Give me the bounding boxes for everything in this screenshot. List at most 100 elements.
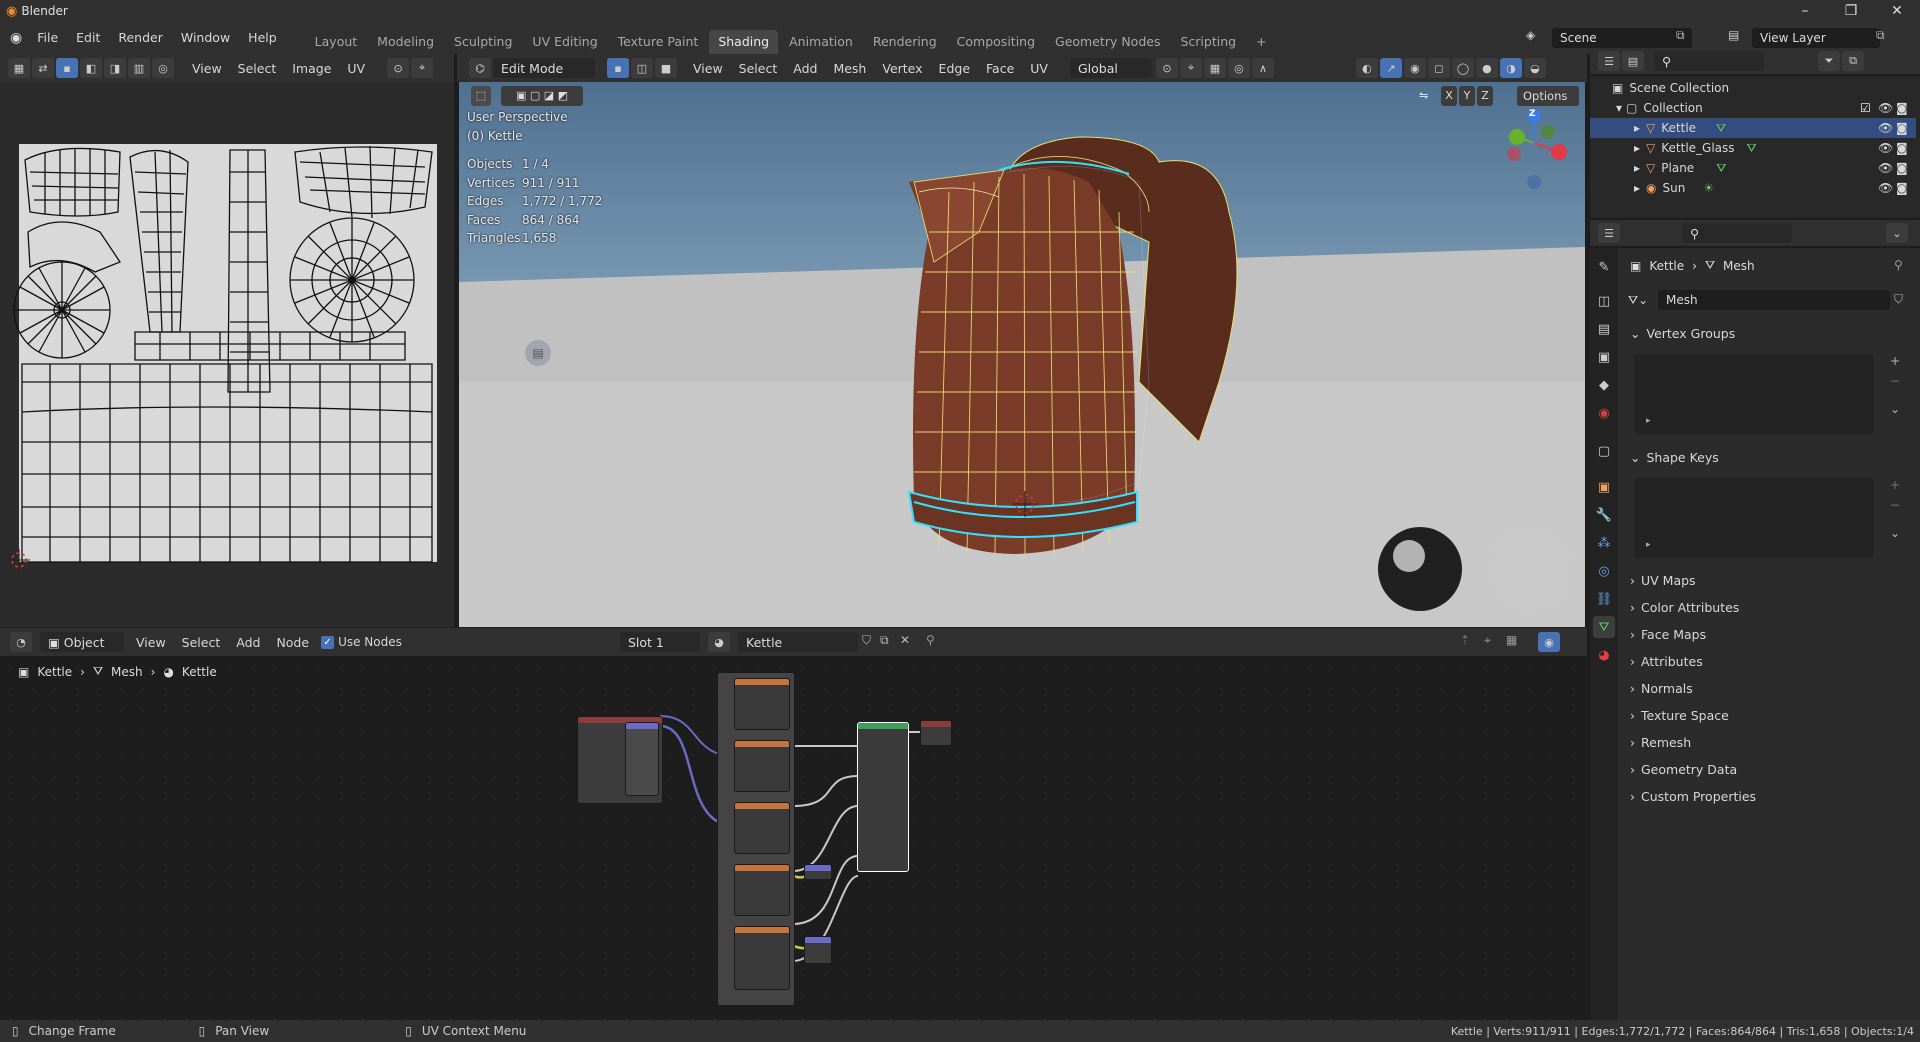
section-normals[interactable]: › Normals xyxy=(1630,677,1900,699)
snap-icon[interactable]: ⌖ xyxy=(411,58,434,78)
uv-menu-uv[interactable]: UV xyxy=(339,61,373,76)
use-nodes-checkbox[interactable]: ✓ Use Nodes xyxy=(321,635,402,649)
add-workspace-icon[interactable]: + xyxy=(1247,30,1275,54)
uv-menu-image[interactable]: Image xyxy=(284,61,339,76)
pin-icon[interactable]: ⚲ xyxy=(926,633,935,647)
principled-bsdf-node[interactable] xyxy=(857,722,909,872)
mirror-icon[interactable]: ⇋ xyxy=(1419,86,1439,106)
visibility-eye-icon[interactable]: 👁 xyxy=(1878,141,1893,155)
material-name-field[interactable]: Kettle xyxy=(738,632,858,652)
snap-toggle-icon[interactable]: ⌖ xyxy=(1179,58,1202,78)
render-camera-icon[interactable]: ◙ xyxy=(1896,101,1908,115)
tab-modeling[interactable]: Modeling xyxy=(368,30,443,54)
object-tab-icon[interactable]: ▣ xyxy=(1593,476,1615,498)
toolbar-toggle-icon[interactable]: ▤ xyxy=(525,340,551,366)
parent-node-tree-icon[interactable]: ⇡ xyxy=(1460,633,1470,647)
maximize-button[interactable]: ❐ xyxy=(1828,0,1874,22)
wireframe-shading-icon[interactable]: ◯ xyxy=(1451,58,1474,78)
snap-target-icon[interactable]: ▦ xyxy=(1203,58,1226,78)
node-menu-view[interactable]: View xyxy=(128,635,174,650)
uv-editor-canvas[interactable] xyxy=(0,82,454,627)
xray-icon[interactable]: ◻ xyxy=(1427,58,1450,78)
mesh-name-field[interactable]: Mesh xyxy=(1658,290,1890,310)
selection-mode-group[interactable]: ▣ ▢ ◪ ◩ xyxy=(501,86,583,106)
tool-tab-icon[interactable]: ✎ xyxy=(1593,256,1615,278)
mesh-datablock-selector[interactable]: ⛛⌄ Mesh xyxy=(1628,290,1890,310)
section-color-attributes[interactable]: › Color Attributes xyxy=(1630,596,1900,618)
material-output-node[interactable] xyxy=(920,720,952,746)
visibility-eye-icon[interactable]: 👁 xyxy=(1878,101,1893,115)
section-face-maps[interactable]: › Face Maps xyxy=(1630,623,1900,645)
visibility-eye-icon[interactable]: 👁 xyxy=(1878,181,1893,195)
falloff-icon[interactable]: ∧ xyxy=(1251,58,1274,78)
image-texture-node-5[interactable] xyxy=(734,926,790,990)
edge-mode-icon[interactable]: ◫ xyxy=(631,58,653,78)
tab-sculpting[interactable]: Sculpting xyxy=(445,30,521,54)
menu-window[interactable]: Window xyxy=(172,22,239,54)
outliner-row-plane[interactable]: ▸ ▽ Plane ⛛ 👁 ◙ xyxy=(1590,158,1916,178)
shape-keys-list[interactable]: ▸ xyxy=(1634,478,1874,558)
section-texture-space[interactable]: › Texture Space xyxy=(1630,704,1900,726)
render-camera-icon[interactable]: ◙ xyxy=(1896,181,1908,195)
edge-select-icon[interactable]: ◧ xyxy=(80,58,102,78)
display-mode-icon[interactable]: ▤ xyxy=(1622,51,1644,71)
viewport-menu-edge[interactable]: Edge xyxy=(931,61,978,76)
properties-options-icon[interactable]: ⌄ xyxy=(1886,223,1908,243)
uv-menu-view[interactable]: View xyxy=(184,61,230,76)
image-texture-node-1[interactable] xyxy=(734,678,790,730)
menu-render[interactable]: Render xyxy=(109,22,172,54)
filter-icon[interactable]: ⏷ xyxy=(1818,51,1840,71)
vertex-mode-icon[interactable]: ▪ xyxy=(607,58,629,78)
view-layer-tab-icon[interactable]: ▣ xyxy=(1593,346,1615,368)
solid-shading-icon[interactable]: ● xyxy=(1475,58,1498,78)
select-box-tool-icon[interactable]: ⬚ xyxy=(471,86,491,106)
gizmo-icon[interactable]: ↗ xyxy=(1379,58,1402,78)
section-uv-maps[interactable]: › UV Maps xyxy=(1630,569,1900,591)
viewport-menu-add[interactable]: Add xyxy=(785,61,825,76)
node-snap-target-icon[interactable]: ▦ xyxy=(1506,633,1517,647)
add-vertex-group-icon[interactable]: + xyxy=(1890,354,1900,368)
unlink-material-icon[interactable]: ✕ xyxy=(900,633,910,647)
normal-map-node[interactable] xyxy=(804,864,832,880)
tab-scripting[interactable]: Scripting xyxy=(1171,30,1245,54)
outliner-search-field[interactable]: ⚲ xyxy=(1654,51,1764,71)
image-texture-node-4[interactable] xyxy=(734,864,790,916)
section-geometry-data[interactable]: › Geometry Data xyxy=(1630,758,1900,780)
axis-x-toggle[interactable]: X xyxy=(1441,86,1457,106)
outliner-editor-type-icon[interactable]: ☰ xyxy=(1598,51,1620,71)
add-shape-key-icon[interactable]: + xyxy=(1890,478,1900,492)
visibility-eye-icon[interactable]: 👁 xyxy=(1878,161,1893,175)
uv-menu-select[interactable]: Select xyxy=(230,61,285,76)
tab-shading[interactable]: Shading xyxy=(709,30,779,54)
new-collection-icon[interactable]: ⧉ xyxy=(1842,51,1864,71)
menu-help[interactable]: Help xyxy=(239,22,286,54)
node-editor-type-icon[interactable]: ◔ xyxy=(10,632,32,652)
shader-type-selector[interactable]: ▣ Object xyxy=(40,632,124,652)
bump-node[interactable] xyxy=(804,936,832,964)
viewport-menu-mesh[interactable]: Mesh xyxy=(825,61,874,76)
view-layer-icon[interactable]: ▤ xyxy=(1728,28,1739,42)
tab-uv-editing[interactable]: UV Editing xyxy=(523,30,606,54)
include-checkbox[interactable]: ☑ xyxy=(1860,101,1871,115)
fake-user-icon[interactable]: ⛉ xyxy=(862,633,871,648)
render-camera-icon[interactable]: ◙ xyxy=(1896,121,1908,135)
output-tab-icon[interactable]: ▤ xyxy=(1593,318,1615,340)
node-menu-node[interactable]: Node xyxy=(268,635,317,650)
node-snap-icon[interactable]: ⌖ xyxy=(1484,633,1491,648)
section-custom-properties[interactable]: › Custom Properties xyxy=(1630,785,1900,807)
close-button[interactable]: ✕ xyxy=(1874,0,1920,22)
fake-user-icon[interactable]: ⛉ xyxy=(1894,292,1903,307)
vertex-group-menu-icon[interactable]: ⌄ xyxy=(1890,402,1900,416)
island-select-icon[interactable]: ▥ xyxy=(128,58,150,78)
viewport-menu-view[interactable]: View xyxy=(685,61,731,76)
render-tab-icon[interactable]: ◫ xyxy=(1593,290,1615,312)
editor-type-icon[interactable]: ▦ xyxy=(8,58,30,78)
physics-tab-icon[interactable]: ◎ xyxy=(1593,560,1615,582)
view-layer-selector[interactable]: View Layer xyxy=(1752,28,1880,48)
properties-search-field[interactable]: ⚲ xyxy=(1682,223,1792,243)
world-tab-icon[interactable]: ◉ xyxy=(1593,402,1615,424)
tab-animation[interactable]: Animation xyxy=(780,30,862,54)
viewport-menu-uv[interactable]: UV xyxy=(1022,61,1056,76)
mode-selector[interactable]: Edit Mode xyxy=(493,58,595,78)
menu-edit[interactable]: Edit xyxy=(67,22,109,54)
